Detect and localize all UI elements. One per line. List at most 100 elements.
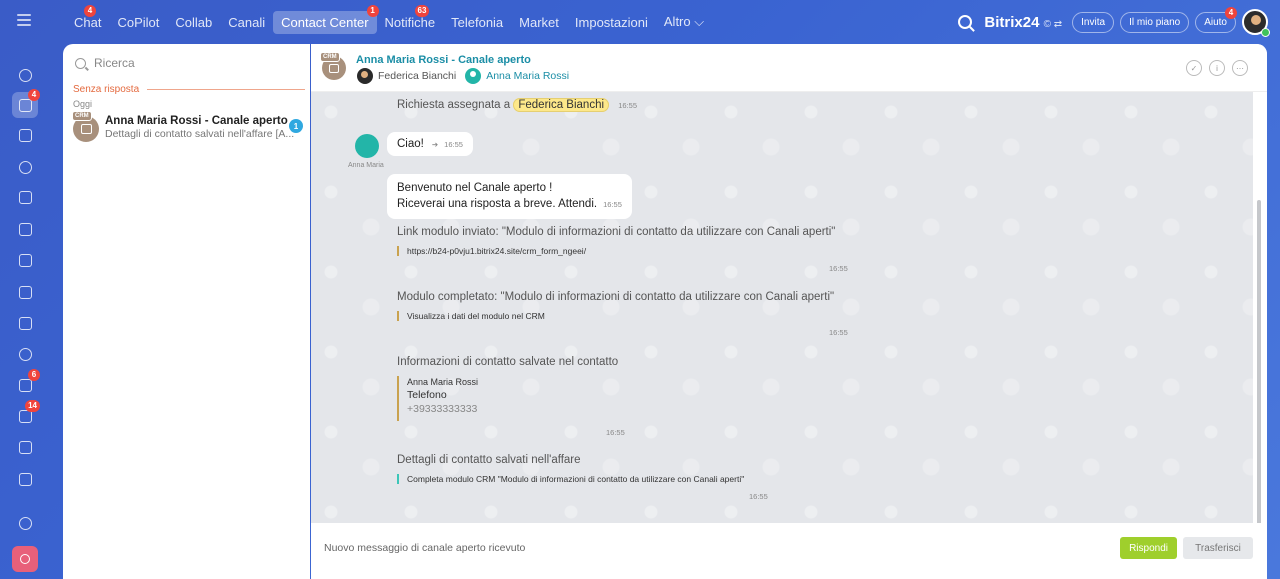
- unread-count: 1: [289, 119, 303, 133]
- feed-icon: [18, 128, 32, 142]
- target-icon: [18, 160, 32, 174]
- left-rail: 4 6 14: [0, 44, 50, 579]
- recent-list-panel: Ricerca Senza risposta Oggi CRM Anna Mar…: [63, 44, 310, 579]
- rail-crm-badge: 14: [25, 400, 40, 412]
- openline-icon: [329, 63, 339, 73]
- system-message: Richiesta assegnata a Federica Bianchi 1…: [397, 98, 637, 112]
- sent-icon: ➔: [431, 140, 439, 149]
- more-icon[interactable]: ⋯: [1232, 60, 1248, 76]
- nav-canali[interactable]: Canali: [220, 11, 273, 34]
- finish-icon[interactable]: ✓: [1186, 60, 1202, 76]
- rail-drive[interactable]: [12, 279, 38, 305]
- online-status-icon: [1261, 28, 1270, 37]
- search-icon: [75, 57, 86, 69]
- system-card: Dettagli di contatto salvati nell'affare…: [397, 454, 857, 484]
- member-avatar[interactable]: [465, 68, 482, 84]
- nav-copilot[interactable]: CoPilot: [109, 11, 167, 34]
- rail-tasks-badge: 6: [28, 369, 40, 381]
- section-label: Senza risposta: [73, 84, 305, 95]
- day-label: Oggi: [73, 99, 93, 109]
- calendar-icon: [18, 190, 32, 204]
- rail-mail[interactable]: [12, 310, 38, 336]
- top-bar: Chat 4 CoPilot Collab Canali Contact Cent…: [0, 0, 1280, 44]
- chat-title: Anna Maria Rossi - Canale aperto: [105, 115, 288, 127]
- board-icon: [18, 253, 32, 267]
- nav-market[interactable]: Market: [511, 11, 567, 34]
- nav-contact-center[interactable]: Contact Center 1: [273, 4, 379, 34]
- list-item[interactable]: CRM Anna Maria Rossi - Canale aperto Det…: [72, 111, 305, 145]
- chat-last-message: Dettagli di contatto salvati nell'affare…: [105, 128, 295, 140]
- document-icon: [18, 222, 32, 236]
- deal-details[interactable]: Completa modulo CRM "Modulo di informazi…: [397, 474, 857, 484]
- gear-icon: [18, 516, 32, 530]
- member-name[interactable]: Federica Bianchi: [378, 70, 456, 82]
- help-button[interactable]: Aiuto 4: [1195, 6, 1237, 33]
- nav-chat[interactable]: Chat 4: [66, 4, 109, 34]
- form-link[interactable]: https://b24-p0vju1.bitrix24.site/crm_for…: [397, 246, 857, 256]
- system-card: Link modulo inviato: "Modulo di informaz…: [397, 226, 857, 256]
- nav-altro[interactable]: Altro ⌵: [656, 10, 712, 34]
- sender-name: Anna Maria: [348, 162, 384, 169]
- chat-header-title[interactable]: Anna Maria Rossi - Canale aperto: [356, 54, 531, 66]
- rail-board[interactable]: [12, 247, 38, 273]
- footer-status: Nuovo messaggio di canale aperto ricevut…: [324, 542, 526, 554]
- nav-impostazioni[interactable]: Impostazioni: [567, 11, 656, 34]
- scrollbar[interactable]: [1253, 92, 1266, 530]
- menu-icon[interactable]: [17, 14, 31, 26]
- transfer-button[interactable]: Trasferisci: [1183, 537, 1253, 559]
- search-box[interactable]: Ricerca: [75, 56, 135, 70]
- notifiche-badge: 63: [414, 4, 430, 17]
- search-input[interactable]: Ricerca: [94, 56, 135, 70]
- rail-crm[interactable]: 14: [12, 400, 40, 429]
- copilot-icon: [18, 68, 32, 82]
- chat-panel: CRM Anna Maria Rossi - Canale aperto Fed…: [311, 44, 1267, 579]
- member-name[interactable]: Anna Maria Rossi: [486, 70, 569, 82]
- contacts-icon: [18, 347, 32, 361]
- booking-icon: [18, 440, 32, 454]
- rail-feed[interactable]: [12, 122, 38, 148]
- mail-icon: [18, 316, 32, 330]
- nav-telefonia[interactable]: Telefonia: [443, 11, 511, 34]
- nav-collab[interactable]: Collab: [167, 11, 220, 34]
- help-badge: 4: [1225, 6, 1237, 19]
- logo[interactable]: Bitrix24 © ⇄: [984, 14, 1062, 31]
- tasks-icon: [18, 378, 32, 392]
- rail-booking[interactable]: [12, 434, 38, 460]
- rail-tasks[interactable]: 6: [12, 369, 40, 398]
- chat-badge: 4: [84, 4, 96, 17]
- rail-contacts[interactable]: [12, 341, 38, 367]
- rocket-icon: [20, 554, 30, 564]
- chat-members: Federica Bianchi Anna Maria Rossi: [357, 68, 569, 84]
- crm-tag: CRM: [72, 111, 92, 121]
- crm-tag: CRM: [320, 52, 340, 62]
- nav-notifiche[interactable]: Notifiche 63: [377, 4, 444, 34]
- rail-chat-badge: 4: [28, 89, 40, 101]
- avatar[interactable]: [355, 134, 379, 158]
- rail-target[interactable]: [12, 154, 38, 180]
- message-list: Richiesta assegnata a Federica Bianchi 1…: [311, 92, 1253, 523]
- rail-docs[interactable]: [12, 216, 38, 242]
- rail-calendar[interactable]: [12, 184, 38, 210]
- rail-shop[interactable]: [12, 466, 38, 492]
- member-avatar[interactable]: [357, 68, 373, 84]
- openline-icon: [80, 124, 92, 134]
- system-card: Modulo completato: "Modulo di informazio…: [397, 291, 857, 321]
- invite-button[interactable]: Invita: [1072, 11, 1115, 33]
- rail-settings[interactable]: [12, 510, 38, 536]
- view-form-link[interactable]: Visualizza i dati del modulo nel CRM: [397, 311, 857, 321]
- rail-copilot[interactable]: [12, 62, 38, 88]
- chat-header: CRM Anna Maria Rossi - Canale aperto Fed…: [311, 44, 1267, 92]
- chat-icon: [18, 98, 32, 112]
- assigned-user[interactable]: Federica Bianchi: [513, 98, 610, 112]
- system-card: Informazioni di contatto salvate nel con…: [397, 356, 857, 421]
- chat-footer: Nuovo messaggio di canale aperto ricevut…: [311, 523, 1267, 579]
- shop-icon: [18, 472, 32, 486]
- rail-rocket[interactable]: [12, 546, 38, 572]
- drive-icon: [18, 285, 32, 299]
- rail-chat[interactable]: 4: [12, 89, 40, 118]
- reply-button[interactable]: Rispondi: [1120, 537, 1177, 559]
- info-icon[interactable]: i: [1209, 60, 1225, 76]
- plan-button[interactable]: Il mio piano: [1120, 11, 1190, 33]
- message-bubble: Benvenuto nel Canale aperto ! Riceverai …: [387, 174, 632, 219]
- search-icon[interactable]: [958, 15, 973, 29]
